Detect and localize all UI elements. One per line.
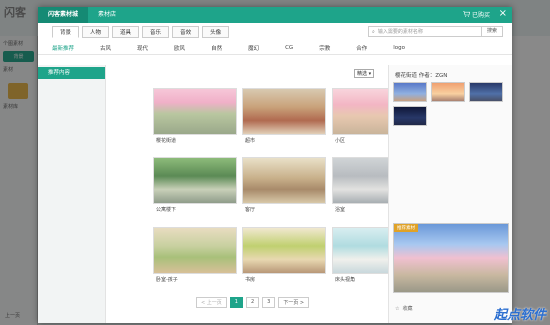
tab-category-avatar[interactable]: 头像 xyxy=(202,26,230,38)
sidebar-item-recommended[interactable]: 推荐内容 xyxy=(38,67,105,79)
material-store-modal: 闪客素材城 素材店 已购买 × 背景 人物 道具 音乐 音效 头像 ⌕ 输入需要… xyxy=(38,7,512,323)
search-input[interactable]: 输入需要的素材名称 xyxy=(378,28,481,35)
subcategory-item[interactable]: 古风 xyxy=(100,44,111,52)
detail-thumbnails xyxy=(389,82,512,126)
material-caption: 樱花街道 xyxy=(156,138,177,144)
tab-category-prop[interactable]: 道具 xyxy=(112,26,140,38)
modal-sidebar: 推荐内容 xyxy=(38,65,106,323)
detail-title: 樱花街道 作者：ZGN xyxy=(395,73,448,79)
detail-thumbnail[interactable] xyxy=(393,82,427,102)
search-button[interactable]: 搜索 xyxy=(480,27,502,36)
material-thumbnail xyxy=(153,88,237,135)
cart-icon xyxy=(462,10,471,19)
detail-panel: 樱花街道 作者：ZGN 推荐素材 ☆ 收藏 xyxy=(388,65,512,323)
star-icon: ☆ xyxy=(395,305,400,312)
subcategory-item[interactable]: 自然 xyxy=(211,44,222,52)
subcategory-item[interactable]: 合作 xyxy=(356,44,367,52)
page-button[interactable]: 2 xyxy=(245,297,260,308)
close-icon[interactable]: × xyxy=(499,8,507,19)
material-card[interactable]: 樱花街道 xyxy=(153,88,237,144)
category-tabs: 背景 人物 道具 音乐 音效 头像 ⌕ 输入需要的素材名称 搜索 xyxy=(38,23,512,41)
detail-thumbnail[interactable] xyxy=(393,106,427,126)
subcategory-item[interactable]: 魔幻 xyxy=(248,44,259,52)
material-caption: 卧室-孩子 xyxy=(156,277,178,283)
detail-preview: 推荐素材 xyxy=(393,223,509,293)
sort-select[interactable]: 精选 ▾ xyxy=(354,69,375,78)
prev-page-button[interactable]: < 上一页 xyxy=(196,297,227,308)
favorite-label: 收藏 xyxy=(402,306,413,312)
recommended-badge: 推荐素材 xyxy=(394,224,418,232)
subcategory-bar: 最新推荐 古风 现代 欧风 自然 魔幻 CG 宗教 合作 logo xyxy=(38,41,512,55)
material-card[interactable]: 超市 xyxy=(242,88,326,144)
material-thumbnail xyxy=(153,227,237,274)
detail-thumbnail[interactable] xyxy=(469,82,503,102)
subcategory-item[interactable]: 欧风 xyxy=(174,44,185,52)
sort-label: 精选 xyxy=(357,71,368,77)
cart-label: 已购买 xyxy=(471,12,490,19)
material-caption: 客厅 xyxy=(245,207,256,213)
material-grid: 精选 ▾ 樱花街道 超市 小区 公寓楼下 客厅 浴室 卧室-孩子 书房 床头视角… xyxy=(106,65,416,323)
page-button[interactable]: 3 xyxy=(262,297,276,308)
subcategory-item[interactable]: 最新推荐 xyxy=(52,44,74,52)
page-button[interactable]: 1 xyxy=(229,297,243,308)
pagination: < 上一页 1 2 3 下一页 > xyxy=(196,297,310,308)
favorite-button[interactable]: ☆ 收藏 xyxy=(395,305,413,313)
material-card[interactable]: 书房 xyxy=(242,227,326,283)
tab-category-sound[interactable]: 音效 xyxy=(172,26,200,38)
detail-thumbnail[interactable] xyxy=(431,82,465,102)
material-thumbnail xyxy=(242,227,326,274)
material-card[interactable]: 公寓楼下 xyxy=(153,157,237,213)
tab-category-music[interactable]: 音乐 xyxy=(142,26,170,38)
material-card[interactable]: 卧室-孩子 xyxy=(153,227,237,283)
material-caption: 书房 xyxy=(245,277,256,283)
material-caption: 超市 xyxy=(245,138,256,144)
tab-material-city[interactable]: 闪客素材城 xyxy=(38,7,89,23)
material-thumbnail xyxy=(242,88,326,135)
modal-header: 闪客素材城 素材店 已购买 × xyxy=(38,7,512,23)
subcategory-item[interactable]: logo xyxy=(393,45,405,51)
subcategory-item[interactable]: CG xyxy=(285,45,293,51)
material-thumbnail xyxy=(242,157,326,204)
tab-category-character[interactable]: 人物 xyxy=(82,26,110,38)
next-page-button[interactable]: 下一页 > xyxy=(278,297,310,308)
material-caption: 公寓楼下 xyxy=(156,207,177,213)
subcategory-item[interactable]: 宗教 xyxy=(319,44,330,52)
search-icon: ⌕ xyxy=(372,28,375,35)
watermark-logo: 起点软件 xyxy=(493,308,546,323)
material-thumbnail xyxy=(153,157,237,204)
subcategory-item[interactable]: 现代 xyxy=(137,44,148,52)
tab-category-background[interactable]: 背景 xyxy=(52,26,80,38)
chevron-down-icon: ▾ xyxy=(368,71,372,77)
cart-button[interactable]: 已购买 xyxy=(462,10,490,19)
material-card[interactable]: 客厅 xyxy=(242,157,326,213)
search-box: ⌕ 输入需要的素材名称 搜索 xyxy=(368,26,503,37)
tab-material-store[interactable]: 素材店 xyxy=(88,7,126,23)
